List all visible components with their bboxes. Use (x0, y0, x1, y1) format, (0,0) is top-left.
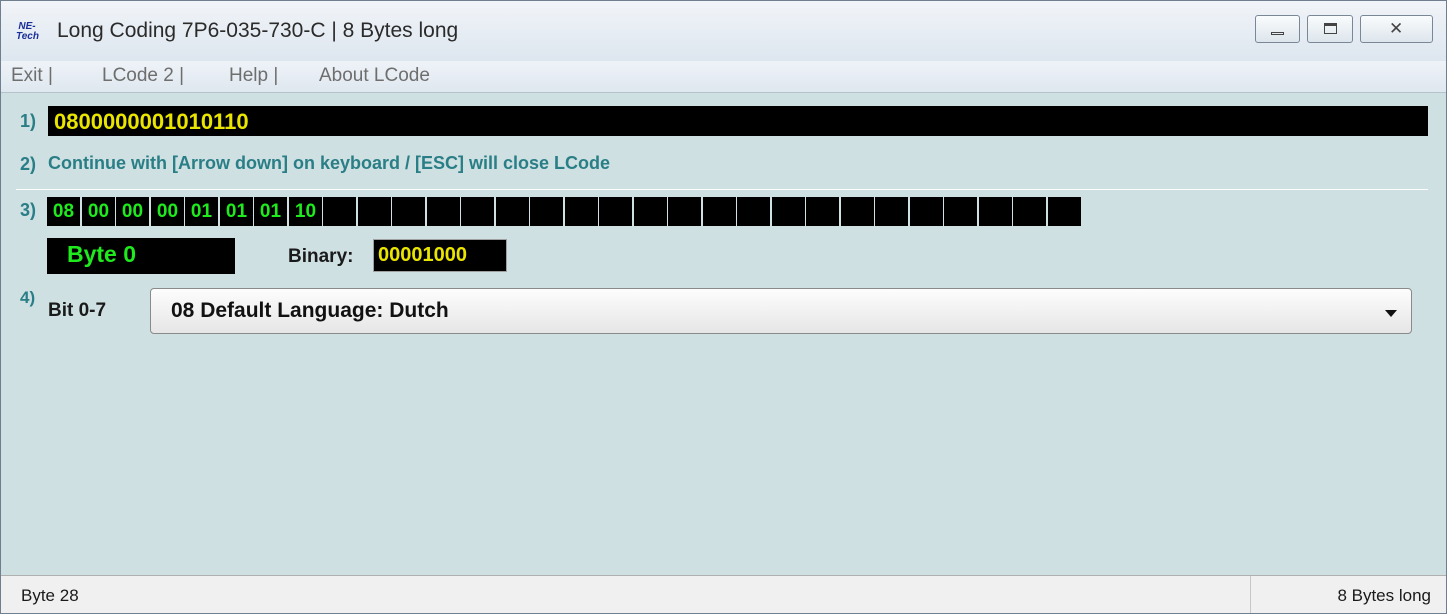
byte-cell[interactable] (944, 197, 977, 226)
byte-cell[interactable] (599, 197, 632, 226)
close-button[interactable]: ✕ (1360, 15, 1433, 43)
byte-cell[interactable] (806, 197, 839, 226)
step-2-label: 2) (20, 154, 37, 174)
byte-cell[interactable] (772, 197, 805, 226)
byte-cell[interactable] (668, 197, 701, 226)
byte-cell[interactable] (461, 197, 494, 226)
byte-cell[interactable] (323, 197, 356, 226)
logo-text-bottom: Tech (16, 31, 39, 42)
bit-range-label: Bit 0-7 (48, 300, 107, 321)
window-title: Long Coding 7P6-035-730-C | 8 Bytes long (57, 19, 459, 42)
binary-value-field: 00001000 (373, 239, 507, 272)
byte-cell[interactable] (358, 197, 391, 226)
byte-cell[interactable] (565, 197, 598, 226)
byte-cell[interactable] (737, 197, 770, 226)
coding-string-field[interactable]: 0800000001010110 (48, 106, 1428, 136)
byte-cell[interactable]: 00 (116, 197, 149, 226)
byte-cell[interactable] (427, 197, 460, 226)
restore-button[interactable] (1307, 15, 1353, 43)
step-3-label: 3) (20, 200, 37, 220)
instruction-text: Continue with [Arrow down] on keyboard /… (48, 153, 611, 173)
byte-cell[interactable] (1048, 197, 1081, 226)
title-bar[interactable]: NE- Tech Long Coding 7P6-035-730-C | 8 B… (1, 1, 1446, 61)
restore-icon (1324, 23, 1337, 34)
status-divider (1250, 576, 1251, 613)
byte-cell[interactable] (392, 197, 425, 226)
byte-cell[interactable] (1013, 197, 1046, 226)
chevron-down-icon[interactable] (1385, 310, 1397, 317)
selected-byte-display: Byte 0 (47, 238, 235, 274)
binary-label: Binary: (288, 246, 354, 267)
byte-cell[interactable]: 08 (47, 197, 80, 226)
dropdown-selected-value: 08 Default Language: Dutch (171, 299, 449, 322)
byte-cell[interactable]: 00 (151, 197, 184, 226)
byte-cell[interactable] (875, 197, 908, 226)
coding-string-value: 0800000001010110 (54, 109, 249, 134)
byte-cell[interactable]: 01 (185, 197, 218, 226)
byte-cell[interactable] (634, 197, 667, 226)
menu-exit[interactable]: Exit | (11, 65, 53, 87)
status-byte: Byte 28 (21, 586, 79, 605)
status-bar: Byte 28 8 Bytes long (1, 575, 1446, 613)
byte-cell[interactable]: 00 (82, 197, 115, 226)
byte-cell[interactable] (910, 197, 943, 226)
byte-cell[interactable] (496, 197, 529, 226)
status-length: 8 Bytes long (1337, 586, 1431, 605)
byte-cell[interactable] (703, 197, 736, 226)
app-window: NE- Tech Long Coding 7P6-035-730-C | 8 B… (0, 0, 1447, 614)
app-logo-icon: NE- Tech (16, 22, 39, 44)
coding-option-dropdown[interactable]: 08 Default Language: Dutch (150, 288, 1412, 334)
minimize-button[interactable] (1255, 15, 1300, 43)
menu-bar: Exit | LCode 2 | Help | About LCode (1, 61, 1446, 93)
menu-lcode2[interactable]: LCode 2 | (102, 65, 184, 87)
selected-byte-label: Byte 0 (67, 241, 137, 267)
menu-about[interactable]: About LCode (319, 65, 430, 87)
byte-cell[interactable]: 10 (289, 197, 322, 226)
step-4-label: 4) (20, 288, 36, 307)
separator (16, 189, 1428, 190)
binary-value: 00001000 (378, 244, 467, 266)
byte-cell[interactable] (530, 197, 563, 226)
step-1-label: 1) (20, 111, 37, 131)
byte-cell[interactable] (841, 197, 874, 226)
minimize-icon (1271, 32, 1284, 35)
byte-cell[interactable]: 01 (220, 197, 253, 226)
byte-cell[interactable]: 01 (254, 197, 287, 226)
byte-cell[interactable] (979, 197, 1012, 226)
close-icon: ✕ (1389, 19, 1404, 38)
menu-help[interactable]: Help | (229, 65, 278, 87)
